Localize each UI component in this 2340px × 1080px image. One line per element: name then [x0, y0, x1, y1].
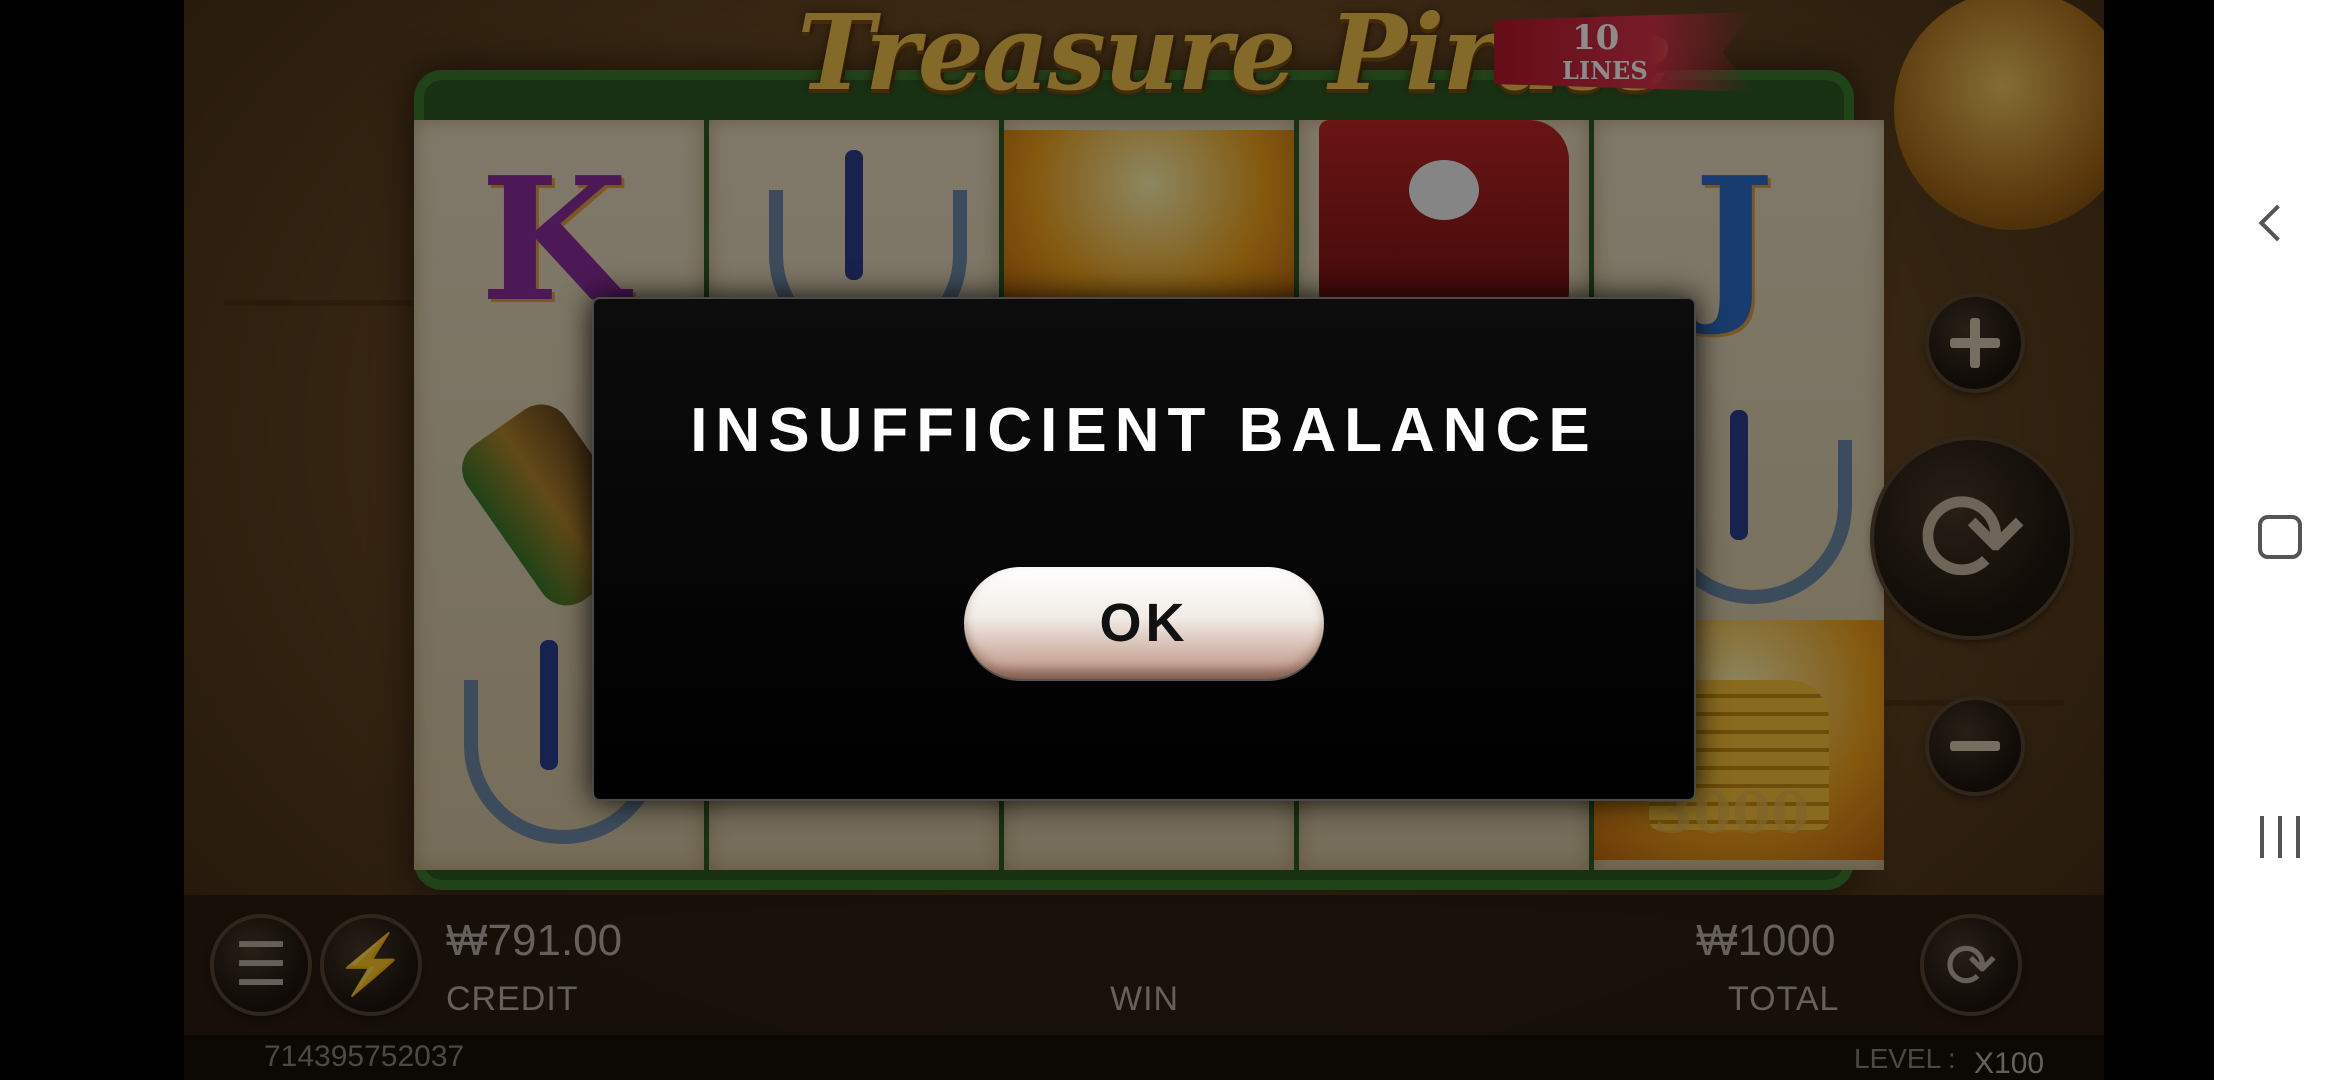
insufficient-balance-dialog: INSUFFICIENT BALANCE OK: [592, 297, 1696, 801]
back-icon[interactable]: [2258, 204, 2296, 242]
left-letterbox: [0, 0, 184, 1080]
recent-apps-icon[interactable]: [2260, 816, 2300, 858]
home-icon[interactable]: [2258, 515, 2302, 559]
dialog-title: INSUFFICIENT BALANCE: [690, 396, 1598, 465]
system-navigation-bar: [2214, 0, 2340, 1080]
ok-button[interactable]: OK: [964, 567, 1324, 679]
